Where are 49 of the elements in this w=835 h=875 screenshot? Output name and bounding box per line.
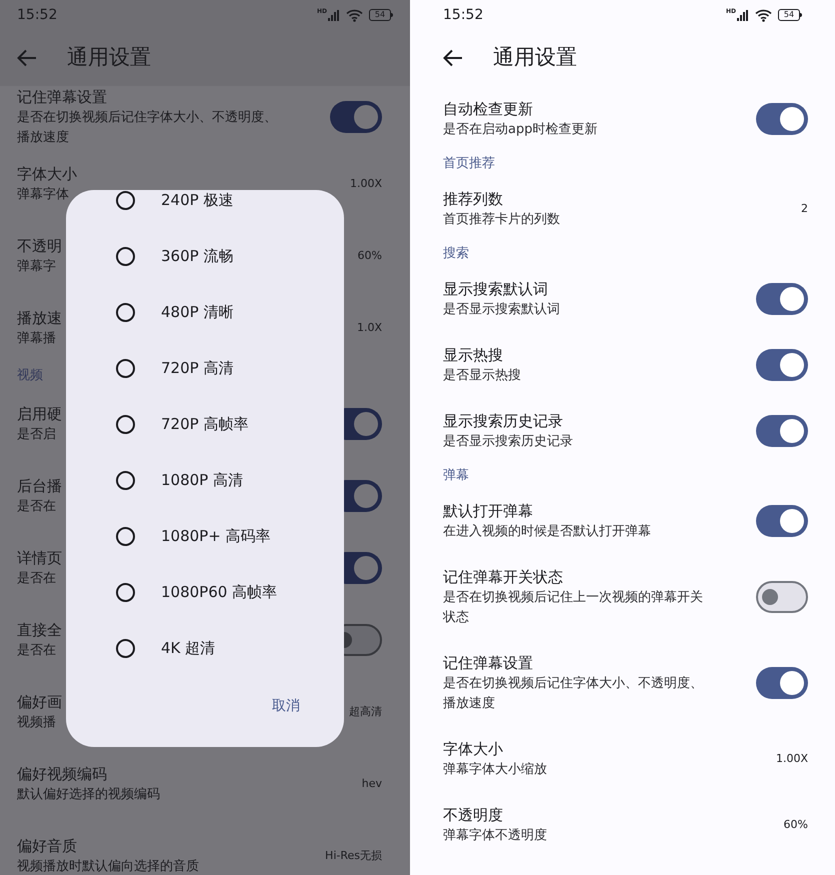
- section-header: 首页推荐: [443, 155, 495, 174]
- setting-value: hev: [362, 776, 382, 792]
- status-time: 15:52: [443, 6, 484, 24]
- setting-value: 2: [801, 200, 808, 217]
- setting-description: 是否在切换视频后记住字体大小、不透明度、播放速度: [443, 675, 704, 713]
- setting-description: 弹幕字体大小缩放: [443, 761, 547, 779]
- setting-description: 首页推荐卡片的列数: [443, 211, 560, 229]
- battery-icon: 54: [778, 9, 802, 21]
- setting-title: 偏好音质: [17, 836, 78, 857]
- setting-description: 是否显示搜索历史记录: [443, 433, 573, 451]
- setting-title: 记住弹幕设置: [443, 653, 534, 674]
- setting-title: 字体大小: [443, 739, 504, 760]
- page-title: 通用设置: [67, 44, 151, 72]
- setting-title: 直接全: [17, 620, 62, 641]
- section-header: 视频: [17, 367, 43, 386]
- setting-title: 显示搜索历史记录: [443, 411, 564, 432]
- setting-title: 推荐列数: [443, 189, 504, 210]
- setting-title: 记住弹幕开关状态: [443, 567, 564, 588]
- setting-title: 显示热搜: [443, 345, 504, 366]
- status-time: 15:52: [17, 6, 58, 24]
- setting-title: 启用硬: [17, 404, 62, 425]
- setting-description: 是否在: [17, 570, 57, 588]
- setting-value: Hi-Res无损: [325, 848, 382, 864]
- setting-description: 是否启: [17, 426, 57, 444]
- setting-description: 是否在: [17, 498, 57, 516]
- setting-description: 在进入视频的时候是否默认打开弹幕: [443, 523, 651, 541]
- setting-value: 1.00X: [776, 750, 808, 767]
- setting-title: 偏好视频编码: [17, 764, 108, 785]
- setting-title: 记住弹幕设置: [17, 87, 108, 108]
- setting-title: 详情页: [17, 548, 62, 569]
- section-header: 弹幕: [443, 467, 469, 486]
- setting-title: 自动检查更新: [443, 99, 534, 120]
- section-header: 搜索: [443, 245, 469, 264]
- setting-title: 后台播: [17, 476, 62, 497]
- setting-description: 是否显示搜索默认词: [443, 301, 560, 319]
- setting-title: 不透明度: [443, 805, 504, 826]
- setting-value: 60%: [784, 816, 808, 833]
- setting-title: 显示搜索默认词: [443, 279, 549, 300]
- setting-description: 视频播放时默认偏向选择的音质: [17, 858, 199, 875]
- battery-icon: 54: [369, 9, 393, 21]
- setting-description: 是否在启动app时检查更新: [443, 121, 598, 139]
- setting-description: 是否在切换视频后记住字体大小、不透明度、播放速度: [17, 109, 278, 147]
- setting-description: 弹幕字体不透明度: [443, 827, 547, 845]
- setting-title: 默认打开弹幕: [443, 501, 534, 522]
- setting-description: 是否在切换视频后记住上一次视频的弹幕开关状态: [443, 589, 704, 627]
- page-title: 通用设置: [493, 44, 577, 72]
- setting-description: 是否在: [17, 642, 57, 660]
- setting-description: 默认偏好选择的视频编码: [17, 786, 160, 804]
- setting-description: 是否显示热搜: [443, 367, 521, 385]
